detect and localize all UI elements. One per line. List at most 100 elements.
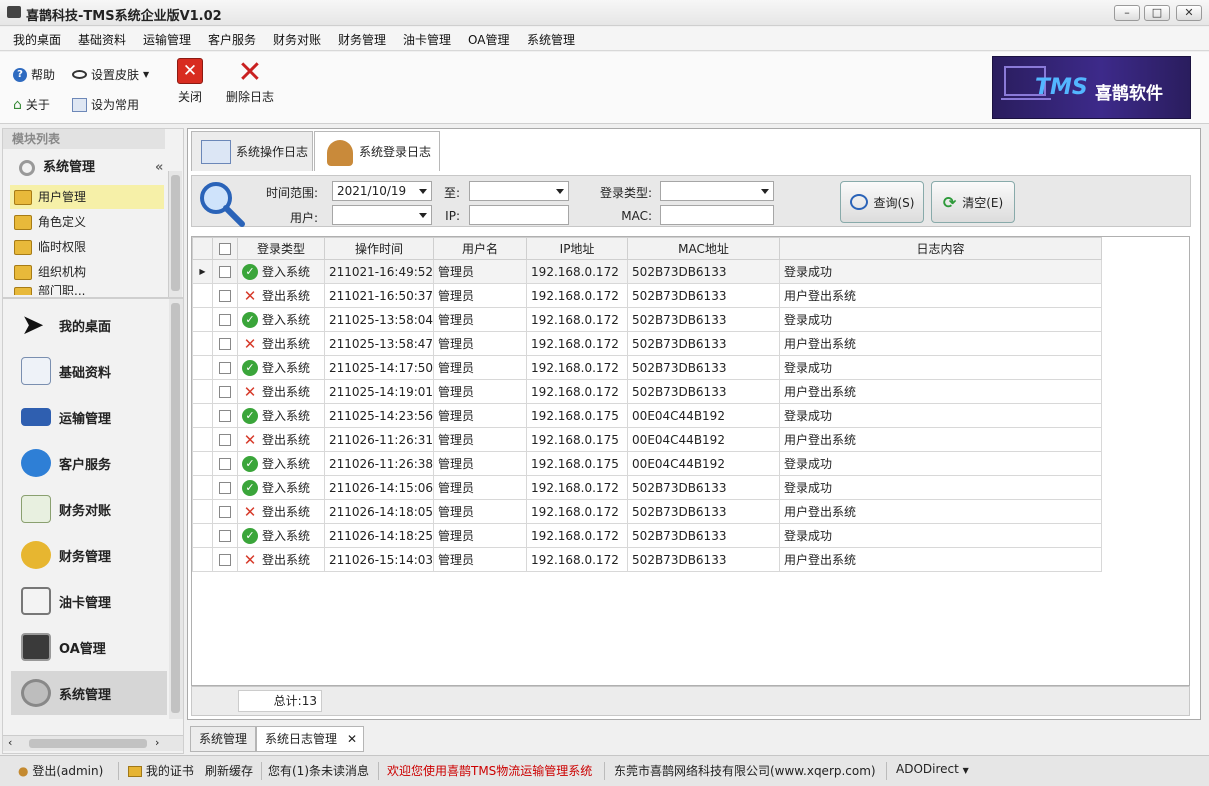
tab-login-log[interactable]: 系统登录日志: [314, 131, 440, 171]
row-checkbox[interactable]: [219, 362, 231, 374]
logout-button[interactable]: ● 登出(admin): [18, 762, 103, 779]
close-window-button[interactable]: ✕: [1176, 5, 1202, 21]
nav-transport[interactable]: 运输管理: [11, 395, 167, 439]
clear-button[interactable]: ⟳ 清空(E): [931, 181, 1015, 223]
row-checkbox-cell[interactable]: [212, 523, 238, 548]
menu-customer[interactable]: 客户服务: [208, 31, 256, 48]
table-row[interactable]: ✕ 登出系统 211025-14:19:01 管理员 192.168.0.172 502B…: [192, 379, 1103, 404]
tree-item-dept[interactable]: 部门职...: [10, 285, 164, 295]
horizontal-scrollbar[interactable]: ‹ ›: [3, 735, 183, 751]
query-button[interactable]: 查询(S): [840, 181, 924, 223]
nav-desktop[interactable]: ➤ 我的桌面: [11, 303, 167, 347]
col-user[interactable]: 用户名: [433, 237, 528, 260]
row-checkbox[interactable]: [219, 290, 231, 302]
menu-finance[interactable]: 财务管理: [338, 31, 386, 48]
time-from-field[interactable]: 2021/10/19: [332, 181, 432, 201]
certificate-button[interactable]: 我的证书: [128, 762, 194, 779]
delete-log-button[interactable]: ✕ 删除日志: [222, 58, 278, 105]
time-to-field[interactable]: [469, 181, 569, 201]
row-checkbox[interactable]: [219, 410, 231, 422]
row-checkbox[interactable]: [219, 338, 231, 350]
tree-scrollbar[interactable]: [168, 171, 182, 299]
nav-finance[interactable]: 财务管理: [11, 533, 167, 577]
row-checkbox-cell[interactable]: [212, 403, 238, 428]
login-type-select[interactable]: [660, 181, 774, 201]
table-row[interactable]: ▶ ✓ 登入系统 211021-16:49:52 管理员 192.168.0.172 502…: [192, 259, 1103, 284]
row-checkbox-cell[interactable]: [212, 307, 238, 332]
row-checkbox-cell[interactable]: [212, 427, 238, 452]
nav-system[interactable]: 系统管理: [11, 671, 167, 715]
col-ip[interactable]: IP地址: [526, 237, 629, 260]
scroll-right-icon[interactable]: ›: [155, 736, 159, 749]
nav-fuel-card[interactable]: 油卡管理: [11, 579, 167, 623]
menu-system[interactable]: 系统管理: [527, 31, 575, 48]
col-time[interactable]: 操作时间: [323, 237, 435, 260]
col-login-type[interactable]: 登录类型: [237, 237, 325, 260]
set-favorite-button[interactable]: 设为常用: [72, 96, 139, 113]
user-select[interactable]: [332, 205, 432, 225]
table-row[interactable]: ✕ 登出系统 211026-14:18:05 管理员 192.168.0.172 502B…: [192, 499, 1103, 524]
table-row[interactable]: ✓ 登入系统 211026-14:15:06 管理员 192.168.0.172 502B…: [192, 475, 1103, 500]
tree-scroll-thumb[interactable]: [171, 175, 180, 291]
bottom-tab-log-mgmt[interactable]: 系统日志管理 ✕: [256, 726, 365, 752]
menu-desktop[interactable]: 我的桌面: [13, 31, 61, 48]
tab-operation-log[interactable]: 系统操作日志: [191, 131, 313, 171]
row-checkbox-cell[interactable]: [212, 451, 238, 476]
menu-transport[interactable]: 运输管理: [143, 31, 191, 48]
ip-field[interactable]: [469, 205, 569, 225]
tree-item-user-mgmt[interactable]: 用户管理: [10, 185, 164, 209]
row-checkbox-cell[interactable]: [212, 259, 238, 284]
nav-scroll-thumb[interactable]: [171, 303, 180, 713]
row-checkbox-cell[interactable]: [212, 499, 238, 524]
row-checkbox-cell[interactable]: [212, 355, 238, 380]
scroll-left-icon[interactable]: ‹: [8, 736, 12, 749]
ado-direct-dropdown[interactable]: ADODirect ▼: [896, 762, 969, 776]
row-checkbox[interactable]: [219, 386, 231, 398]
row-checkbox-cell[interactable]: [212, 283, 238, 308]
refresh-cache-button[interactable]: 刷新缓存: [205, 762, 253, 779]
close-tool-button[interactable]: ✕ 关闭: [172, 58, 208, 105]
tree-item-role[interactable]: 角色定义: [10, 210, 164, 234]
row-checkbox-cell[interactable]: [212, 547, 238, 572]
table-row[interactable]: ✓ 登入系统 211025-14:17:50 管理员 192.168.0.172 502B…: [192, 355, 1103, 380]
col-content[interactable]: 日志内容: [779, 237, 1103, 260]
close-tab-icon[interactable]: ✕: [347, 727, 357, 751]
row-checkbox-cell[interactable]: [212, 379, 238, 404]
row-checkbox[interactable]: [219, 434, 231, 446]
table-row[interactable]: ✓ 登入系统 211025-14:23:56 管理员 192.168.0.175 00E0…: [192, 403, 1103, 428]
row-checkbox[interactable]: [219, 266, 231, 278]
select-all-checkbox[interactable]: [219, 243, 231, 255]
menu-oa[interactable]: OA管理: [468, 31, 509, 48]
table-row[interactable]: ✕ 登出系统 211025-13:58:47 管理员 192.168.0.172 502B…: [192, 331, 1103, 356]
row-checkbox[interactable]: [219, 458, 231, 470]
unread-messages[interactable]: 您有(1)条未读消息: [268, 762, 369, 779]
maximize-button[interactable]: □: [1144, 5, 1170, 21]
row-checkbox[interactable]: [219, 530, 231, 542]
col-mac[interactable]: MAC地址: [627, 237, 781, 260]
bottom-tab-system[interactable]: 系统管理: [190, 726, 257, 752]
collapse-icon[interactable]: «: [155, 153, 163, 183]
menu-basic-data[interactable]: 基础资料: [78, 31, 126, 48]
row-checkbox-cell[interactable]: [212, 475, 238, 500]
select-all-checkbox-header[interactable]: [212, 237, 238, 260]
table-row[interactable]: ✕ 登出系统 211026-11:26:31 管理员 192.168.0.175 00E0…: [192, 427, 1103, 452]
help-button[interactable]: ? 帮助: [13, 66, 55, 83]
nav-customer[interactable]: 客户服务: [11, 441, 167, 485]
table-row[interactable]: ✕ 登出系统 211021-16:50:37 管理员 192.168.0.172 502B…: [192, 283, 1103, 308]
row-checkbox-cell[interactable]: [212, 331, 238, 356]
h-scroll-thumb[interactable]: [29, 739, 147, 748]
row-checkbox[interactable]: [219, 554, 231, 566]
row-checkbox[interactable]: [219, 314, 231, 326]
tree-item-temp-perm[interactable]: 临时权限: [10, 235, 164, 259]
table-row[interactable]: ✓ 登入系统 211026-14:18:25 管理员 192.168.0.172 502B…: [192, 523, 1103, 548]
about-button[interactable]: ⌂ 关于: [13, 96, 50, 113]
nav-reconcile[interactable]: 财务对账: [11, 487, 167, 531]
table-row[interactable]: ✓ 登入系统 211026-11:26:38 管理员 192.168.0.175 00E0…: [192, 451, 1103, 476]
nav-basic-data[interactable]: 基础资料: [11, 349, 167, 393]
nav-scrollbar[interactable]: [169, 299, 183, 719]
skin-button[interactable]: 设置皮肤 ▼: [72, 66, 149, 83]
table-row[interactable]: ✓ 登入系统 211025-13:58:04 管理员 192.168.0.172 502B…: [192, 307, 1103, 332]
table-row[interactable]: ✕ 登出系统 211026-15:14:03 管理员 192.168.0.172 502B…: [192, 547, 1103, 572]
menu-fuel-card[interactable]: 油卡管理: [403, 31, 451, 48]
nav-oa[interactable]: OA管理: [11, 625, 167, 669]
